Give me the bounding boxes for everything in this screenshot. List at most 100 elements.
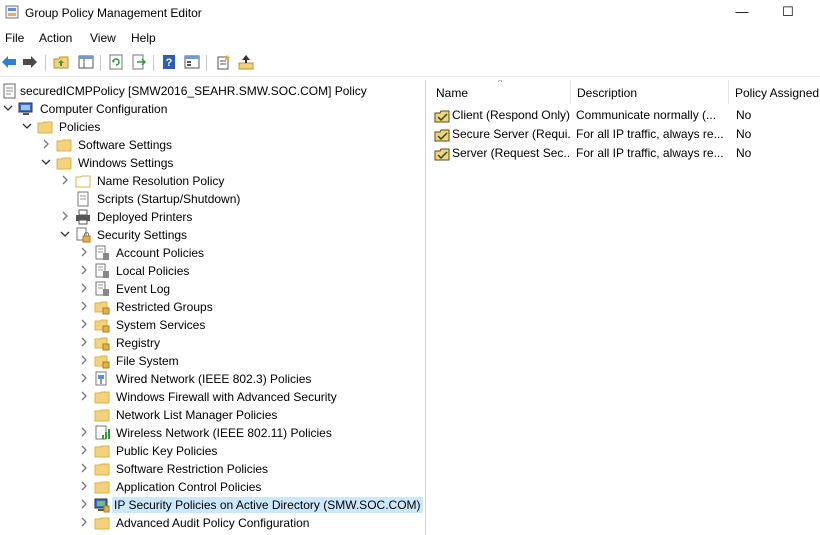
tree-item-scripts[interactable]: Scripts (Startup/Shutdown) (0, 190, 425, 208)
tree-item-network-list-manager[interactable]: Network List Manager Policies (0, 406, 425, 424)
chevron-right-icon[interactable] (79, 373, 89, 383)
properties-icon[interactable] (183, 53, 201, 71)
new-policy-icon[interactable] (214, 53, 232, 71)
tree-item-windows-firewall[interactable]: Windows Firewall with Advanced Security (0, 388, 425, 406)
tree-item-label: Windows Settings (78, 156, 174, 170)
list-pane: ^ Name Description Policy Assigned Clien… (428, 80, 820, 535)
column-header-policy-assigned[interactable]: Policy Assigned (729, 80, 820, 104)
column-header-label: Policy Assigned (735, 86, 820, 100)
ip-policy-icon (434, 129, 450, 142)
chevron-right-icon[interactable] (79, 391, 89, 401)
folder-icon (56, 139, 72, 152)
folder-icon (56, 157, 72, 170)
chevron-right-icon[interactable] (79, 463, 89, 473)
menu-bar: File Action View Help (0, 28, 820, 48)
account-policies-icon (95, 245, 109, 260)
forward-icon[interactable] (21, 53, 39, 71)
chevron-right-icon[interactable] (79, 481, 89, 491)
minimize-button[interactable]: — (719, 0, 765, 26)
tree-item-software-settings[interactable]: Software Settings (0, 136, 425, 154)
chevron-down-icon[interactable] (22, 121, 32, 131)
tree-item-label: Name Resolution Policy (97, 174, 225, 188)
chevron-right-icon[interactable] (79, 517, 89, 527)
chevron-right-icon[interactable] (79, 283, 89, 293)
tree-item-label: Registry (116, 336, 161, 350)
tree-item-event-log[interactable]: Event Log (0, 280, 425, 298)
menu-file[interactable]: File (5, 31, 24, 45)
locked-folder-icon (94, 319, 110, 333)
folder-icon (37, 121, 53, 134)
list-cell-name: Server (Request Sec... (452, 146, 570, 160)
column-header-name[interactable]: ^ Name (430, 80, 571, 104)
chevron-right-icon[interactable] (79, 247, 89, 257)
maximize-button[interactable]: ☐ (765, 0, 811, 26)
tree-item-ip-security-policies[interactable]: IP Security Policies on Active Directory… (0, 496, 425, 514)
help-icon[interactable]: ? (160, 53, 178, 71)
tree-item-advanced-audit[interactable]: Advanced Audit Policy Configuration (0, 514, 425, 532)
list-item[interactable]: Server (Request Sec... For all IP traffi… (428, 145, 820, 164)
chevron-right-icon[interactable] (79, 337, 89, 347)
chevron-down-icon[interactable] (60, 229, 70, 239)
tree-item-system-services[interactable]: System Services (0, 316, 425, 334)
tree-item-windows-settings[interactable]: Windows Settings (0, 154, 425, 172)
chevron-right-icon[interactable] (79, 265, 89, 275)
chevron-right-icon[interactable] (79, 319, 89, 329)
tree-item-label: Software Settings (78, 138, 173, 152)
list-item[interactable]: Secure Server (Requi... For all IP traff… (428, 126, 820, 145)
export-list-icon[interactable] (130, 53, 148, 71)
list-cell-description: Communicate normally (... (576, 108, 717, 122)
list-cell-name: Secure Server (Requi... (452, 127, 570, 141)
tree-item-deployed-printers[interactable]: Deployed Printers (0, 208, 425, 226)
tree-item-security-settings[interactable]: Security Settings (0, 226, 425, 244)
chevron-right-icon[interactable] (79, 499, 89, 509)
list-cell-description: For all IP traffic, always re... (576, 146, 724, 160)
tree-item-file-system[interactable]: File System (0, 352, 425, 370)
tree-item-computer-configuration[interactable]: Computer Configuration (0, 100, 425, 118)
folder-icon (94, 517, 110, 530)
chevron-right-icon[interactable] (60, 175, 70, 185)
locked-folder-icon (94, 301, 110, 315)
show-hide-tree-icon[interactable] (77, 53, 95, 71)
tree-item-public-key[interactable]: Public Key Policies (0, 442, 425, 460)
wireless-network-icon (95, 425, 110, 440)
chevron-down-icon[interactable] (3, 103, 13, 113)
tree-item-registry[interactable]: Registry (0, 334, 425, 352)
computer-icon (18, 102, 33, 115)
tree-item-policies[interactable]: Policies (0, 118, 425, 136)
list-item[interactable]: Client (Respond Only) Communicate normal… (428, 107, 820, 126)
refresh-icon[interactable] (107, 53, 125, 71)
chevron-right-icon[interactable] (79, 427, 89, 437)
tree-item-label: Public Key Policies (116, 444, 218, 458)
tree-item-name-resolution-policy[interactable]: Name Resolution Policy (0, 172, 425, 190)
menu-view[interactable]: View (90, 31, 116, 45)
chevron-right-icon[interactable] (79, 355, 89, 365)
manage-filter-icon[interactable] (237, 53, 255, 71)
chevron-right-icon[interactable] (41, 139, 51, 149)
up-folder-icon[interactable] (52, 53, 70, 71)
svg-text:?: ? (166, 57, 173, 69)
back-icon[interactable] (0, 53, 18, 71)
chevron-right-icon[interactable] (79, 301, 89, 311)
tree-item-wired-network[interactable]: Wired Network (IEEE 802.3) Policies (0, 370, 425, 388)
tree-item-label: securedICMPPolicy [SMW2016_SEAHR.SMW.SOC… (20, 84, 367, 98)
chevron-down-icon[interactable] (41, 157, 51, 167)
tree-item-account-policies[interactable]: Account Policies (0, 244, 425, 262)
list-cell-assigned: No (736, 108, 752, 122)
tree-item-wireless-network[interactable]: Wireless Network (IEEE 802.11) Policies (0, 424, 425, 442)
chevron-right-icon[interactable] (79, 445, 89, 455)
tree-item-software-restriction[interactable]: Software Restriction Policies (0, 460, 425, 478)
folder-icon (94, 391, 110, 404)
tree-item-root-policy[interactable]: securedICMPPolicy [SMW2016_SEAHR.SMW.SOC… (0, 82, 425, 100)
tree-item-local-policies[interactable]: Local Policies (0, 262, 425, 280)
column-header-description[interactable]: Description (571, 80, 729, 104)
tree-item-application-control[interactable]: Application Control Policies (0, 478, 425, 496)
tree-item-label: Software Restriction Policies (116, 462, 269, 476)
menu-help[interactable]: Help (131, 31, 156, 45)
tree-item-label: File System (116, 354, 179, 368)
tree-item-label: Advanced Audit Policy Configuration (116, 516, 310, 530)
tree-item-label: Security Settings (97, 228, 188, 242)
chevron-right-icon[interactable] (60, 211, 70, 221)
tree-item-restricted-groups[interactable]: Restricted Groups (0, 298, 425, 316)
menu-action[interactable]: Action (39, 31, 72, 45)
tree-item-label: Local Policies (116, 264, 190, 278)
